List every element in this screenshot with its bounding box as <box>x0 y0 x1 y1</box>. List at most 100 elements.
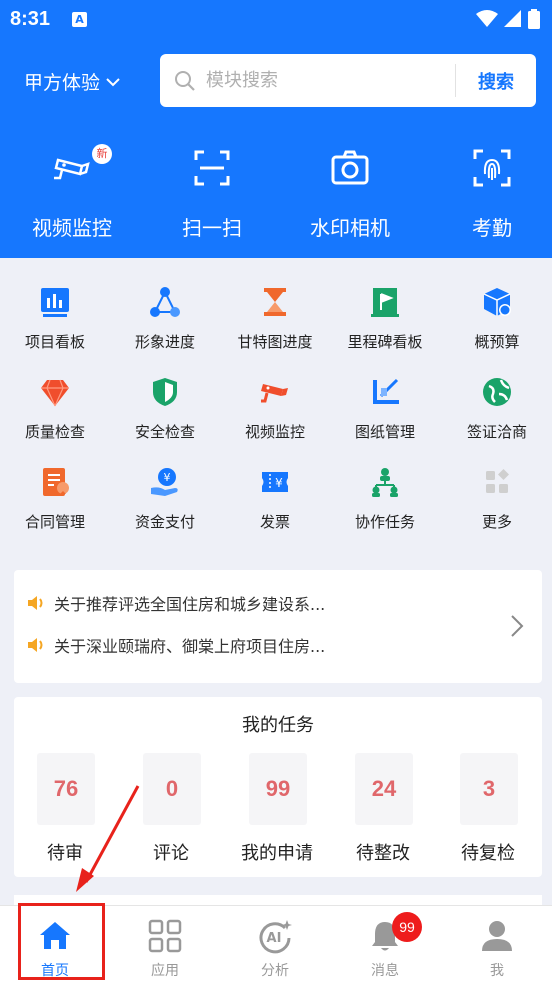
task-label: 我的申请 <box>241 843 313 864</box>
invoice-icon: ¥ <box>262 472 288 492</box>
notification-a-icon: A <box>72 12 87 27</box>
module-gantt-progress[interactable]: 甘特图进度 <box>220 286 330 366</box>
module-more[interactable]: 更多 <box>442 466 552 546</box>
module-project-board[interactable]: 项目看板 <box>0 286 110 366</box>
quick-action-attendance[interactable]: 考勤 <box>432 148 552 248</box>
task-count: 24 <box>355 753 413 825</box>
module-label: 协作任务 <box>354 513 415 531</box>
chevron-right-icon[interactable] <box>510 614 524 638</box>
module-invoice[interactable]: ¥ 发票 <box>220 466 330 546</box>
status-icons <box>476 9 540 29</box>
quick-action-scan[interactable]: 扫一扫 <box>152 148 272 248</box>
project-label: 甲方体验 <box>24 72 101 94</box>
annotation-arrow <box>76 785 140 892</box>
notice-card: 关于推荐评选全国住房和城乡建设系... 关于深业颐瑞府、御棠上府项目住房... <box>14 570 542 683</box>
quick-action-label: 扫一扫 <box>182 216 242 240</box>
module-label: 发票 <box>259 513 290 531</box>
notice-item[interactable]: 关于推荐评选全国住房和城乡建设系... <box>26 590 496 616</box>
module-contract-management[interactable]: 合同管理 <box>0 466 110 546</box>
task-count: 0 <box>143 753 201 825</box>
module-label: 甘特图进度 <box>237 333 313 351</box>
apps-grid-icon <box>148 919 182 953</box>
more-apps-icon <box>486 469 509 493</box>
ai-analysis-icon: AI <box>259 920 292 954</box>
module-video-monitor[interactable]: 视频监控 <box>220 376 330 456</box>
module-collaboration-task[interactable]: 协作任务 <box>330 466 440 546</box>
signal-icon <box>504 10 521 27</box>
flag-icon <box>371 288 399 317</box>
camera-icon <box>331 150 369 185</box>
speaker-icon <box>28 596 43 610</box>
module-safety-check[interactable]: 安全检查 <box>110 376 220 456</box>
new-badge: 新 <box>92 144 112 164</box>
task-my-applications[interactable]: 99 我的申请 <box>227 753 327 873</box>
chevron-down-icon <box>106 77 120 86</box>
quick-action-label: 水印相机 <box>310 216 390 240</box>
module-quality-check[interactable]: 质量检查 <box>0 376 110 456</box>
nav-analysis[interactable]: AI 分析 <box>220 906 330 985</box>
module-visual-progress[interactable]: 形象进度 <box>110 286 220 366</box>
module-milestone-board[interactable]: 里程碑看板 <box>330 286 440 366</box>
task-count: 3 <box>460 753 518 825</box>
task-count: 99 <box>249 753 307 825</box>
nav-messages[interactable]: 消息 <box>330 906 440 985</box>
nav-apps[interactable]: 应用 <box>110 906 220 985</box>
module-label: 形象进度 <box>134 333 195 351</box>
annotation-highlight-box <box>18 903 105 980</box>
module-label: 图纸管理 <box>354 423 415 441</box>
nav-profile[interactable]: 我 <box>442 906 552 985</box>
nav-label: 分析 <box>261 963 289 979</box>
nav-label: 消息 <box>371 963 399 979</box>
search-button[interactable]: 搜索 <box>456 54 536 107</box>
svg-text:¥: ¥ <box>164 471 171 484</box>
search-input[interactable] <box>206 64 446 96</box>
module-fund-payment[interactable]: ¥ 资金支付 <box>110 466 220 546</box>
module-visa-negotiation[interactable]: 签证洽商 <box>442 376 552 456</box>
profile-icon <box>482 921 512 951</box>
quick-action-video-monitor[interactable]: 视频监控 <box>12 148 132 248</box>
message-count-badge: 99 <box>392 912 422 942</box>
contract-icon <box>43 468 69 496</box>
cube-icon <box>483 288 511 316</box>
payment-icon: ¥ <box>151 468 178 496</box>
module-label: 签证洽商 <box>466 423 527 441</box>
project-selector[interactable]: 甲方体验 <box>24 68 120 95</box>
dashboard-icon <box>41 288 69 317</box>
notice-item[interactable]: 关于深业颐瑞府、御棠上府项目住房... <box>26 632 496 658</box>
module-label: 项目看板 <box>24 333 85 351</box>
module-label: 视频监控 <box>244 423 305 441</box>
battery-icon <box>528 9 540 29</box>
notice-text: 关于深业颐瑞府、御棠上府项目住房... <box>54 637 326 656</box>
search-icon <box>175 71 195 91</box>
scan-icon <box>194 150 230 186</box>
task-pending-rectification[interactable]: 24 待整改 <box>333 753 433 873</box>
fingerprint-icon <box>473 149 511 187</box>
module-drawing-management[interactable]: 图纸管理 <box>330 376 440 456</box>
module-label: 安全检查 <box>134 423 195 441</box>
task-pending-recheck[interactable]: 3 待复检 <box>438 753 538 873</box>
header-banner: 8:31 A 甲方体验 搜索 视频监控 新 扫一扫 <box>0 0 552 258</box>
module-label: 质量检查 <box>24 423 85 441</box>
status-bar: 8:31 A <box>0 0 552 42</box>
cctv-camera-icon <box>261 384 288 403</box>
module-budget[interactable]: 概预算 <box>442 286 552 366</box>
hourglass-icon <box>264 288 286 316</box>
module-grid: 项目看板 形象进度 甘特图进度 里程碑看板 概预算 质量检查 安全检查 视频监控… <box>0 258 552 548</box>
nav-label: 我 <box>490 963 504 979</box>
collaboration-icon <box>372 468 398 497</box>
speaker-icon <box>28 638 43 652</box>
quick-action-watermark-camera[interactable]: 水印相机 <box>290 148 410 248</box>
task-label: 待整改 <box>356 843 410 864</box>
network-icon <box>150 287 180 317</box>
nav-label: 应用 <box>151 963 179 979</box>
svg-text:¥: ¥ <box>275 476 283 490</box>
cctv-camera-icon <box>54 158 90 180</box>
wifi-icon <box>476 10 498 27</box>
svg-text:AI: AI <box>267 931 282 946</box>
search-bar: 搜索 <box>160 54 536 107</box>
quick-action-label: 考勤 <box>472 216 512 240</box>
module-label: 里程碑看板 <box>347 333 423 351</box>
drawing-icon <box>373 378 399 404</box>
status-time: 8:31 <box>10 8 51 30</box>
diamond-icon <box>41 379 69 407</box>
